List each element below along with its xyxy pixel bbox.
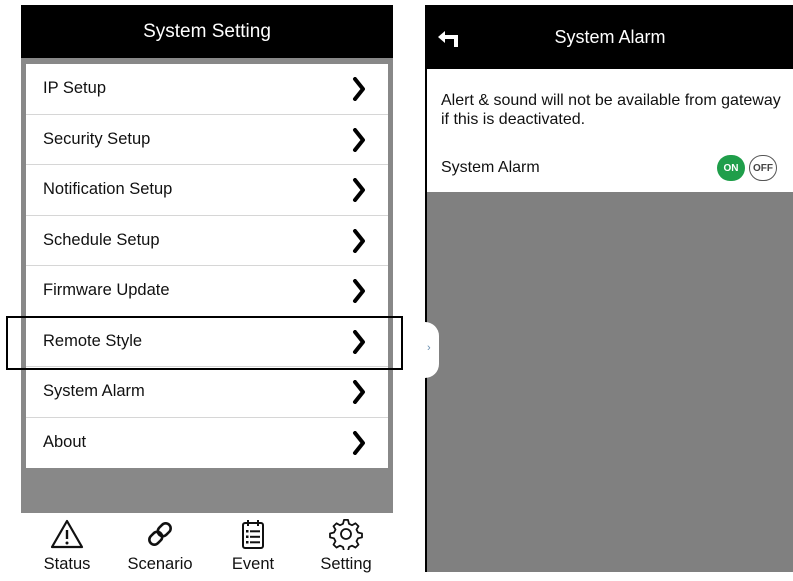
menu-item-notification-setup[interactable]: Notification Setup bbox=[26, 165, 388, 216]
left-title: System Setting bbox=[143, 20, 271, 42]
tab-label: Status bbox=[43, 555, 91, 573]
system-alarm-screen: System Alarm Alert & sound will not be a… bbox=[425, 5, 793, 572]
menu-item-label: IP Setup bbox=[43, 79, 106, 98]
left-header: System Setting bbox=[21, 5, 393, 58]
menu-item-firmware-update[interactable]: Firmware Update bbox=[26, 266, 388, 317]
calendar-list-icon bbox=[242, 520, 264, 549]
system-setting-screen: System Setting IP Setup Security Setup N… bbox=[21, 5, 393, 576]
drawer-handle[interactable]: › bbox=[425, 322, 439, 378]
alarm-settings-card: Alert & sound will not be available from… bbox=[427, 69, 793, 192]
menu-item-label: Security Setup bbox=[43, 129, 151, 148]
menu-item-label: About bbox=[43, 433, 87, 452]
link-icon bbox=[148, 522, 172, 546]
menu-item-label: Schedule Setup bbox=[43, 230, 160, 249]
tab-label: Setting bbox=[320, 555, 372, 573]
chevron-right-icon bbox=[353, 380, 365, 404]
menu-item-security-setup[interactable]: Security Setup bbox=[26, 115, 388, 165]
chevron-right-icon bbox=[353, 228, 365, 253]
menu-item-ip-setup[interactable]: IP Setup bbox=[26, 64, 388, 115]
menu-item-about[interactable]: About bbox=[26, 418, 388, 469]
alarm-description: Alert & sound will not be available from… bbox=[441, 92, 781, 128]
tab-event[interactable]: Event bbox=[213, 513, 293, 576]
tab-label: Scenario bbox=[127, 555, 193, 573]
menu-item-label: System Alarm bbox=[43, 382, 145, 401]
chevron-right-icon bbox=[353, 77, 365, 101]
tab-setting[interactable]: Setting bbox=[306, 513, 386, 576]
chevron-right-icon bbox=[353, 279, 365, 303]
chevron-right-icon bbox=[353, 178, 365, 202]
right-header: System Alarm bbox=[427, 5, 793, 69]
alarm-off-button[interactable]: OFF bbox=[749, 155, 777, 181]
settings-menu: IP Setup Security Setup Notification Set… bbox=[26, 64, 388, 468]
bottom-tab-bar: Status Scenario Event Setting bbox=[21, 513, 393, 576]
menu-item-label: Firmware Update bbox=[43, 281, 170, 300]
system-alarm-label: System Alarm bbox=[441, 159, 540, 176]
tab-status[interactable]: Status bbox=[27, 513, 107, 576]
gear-icon bbox=[329, 519, 363, 550]
tab-scenario[interactable]: Scenario bbox=[120, 513, 200, 576]
chevron-right-icon bbox=[353, 127, 365, 152]
right-title: System Alarm bbox=[554, 27, 666, 47]
menu-item-label: Notification Setup bbox=[43, 180, 173, 199]
highlight-box bbox=[6, 316, 403, 370]
chevron-right-icon: › bbox=[427, 342, 431, 354]
menu-item-schedule-setup[interactable]: Schedule Setup bbox=[26, 216, 388, 266]
chevron-right-icon bbox=[353, 430, 365, 455]
alarm-on-button[interactable]: ON bbox=[717, 155, 745, 181]
warning-icon bbox=[50, 519, 84, 549]
menu-item-system-alarm[interactable]: System Alarm bbox=[26, 367, 388, 418]
tab-label: Event bbox=[231, 555, 275, 573]
